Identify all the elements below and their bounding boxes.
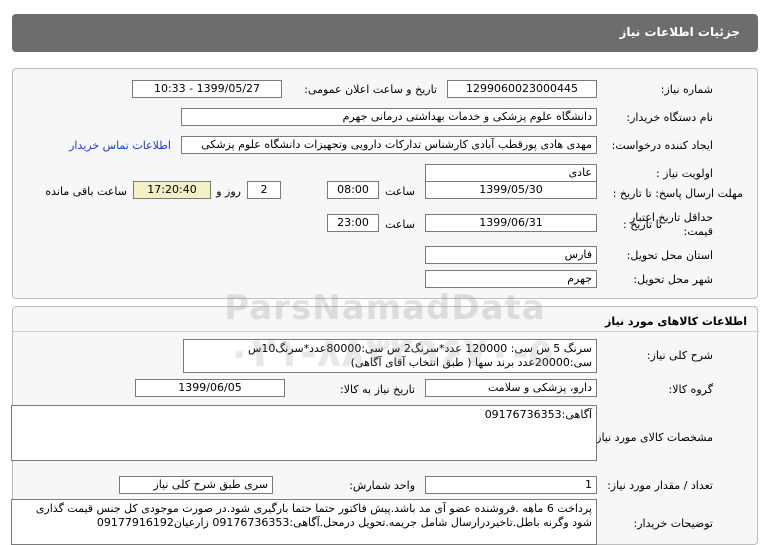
quantity-label: تعداد / مقدار مورد نیاز: [607, 479, 713, 492]
days-remaining-field: 2 [247, 181, 281, 199]
specs-field: آگاهی:09176736353 [11, 405, 597, 461]
city-label: شهر محل تحویل: [633, 273, 713, 286]
validity-date-field: 1399/06/31 [425, 214, 597, 232]
specs-label: مشخصات کالای مورد نیاز: [592, 431, 713, 444]
goods-section-title: اطلاعات کالاهای مورد نیاز [605, 315, 747, 328]
days-label: روز و [216, 185, 241, 198]
deadline-time-label: ساعت [385, 185, 415, 198]
priority-label: اولویت نیاز : [655, 167, 713, 180]
watermark-phone: ۰۲۱-۸۸۳۴۹۶۷۰-۵ [226, 330, 554, 376]
buyer-notes-field: پرداخت 6 ماهه .فروشنده عضو آی مد باشد.پی… [11, 499, 597, 545]
goods-group-label: گروه کالا: [668, 383, 713, 396]
priority-field: عادی [425, 164, 597, 182]
page-header: جزئیات اطلاعات نیاز [12, 14, 758, 52]
deadline-time-field: 08:00 [327, 181, 379, 199]
buyer-org-field: دانشگاه علوم پزشکی و خدمات بهداشتی درمان… [181, 108, 597, 126]
need-details-panel: شماره نیاز: 1299060023000445 تاریخ و ساع… [12, 68, 758, 299]
unit-label: واحد شمارش: [349, 479, 415, 492]
goods-group-field: دارو، پزشکی و سلامت [425, 379, 597, 397]
need-number-label: شماره نیاز: [660, 83, 713, 96]
validity-to-label: تا تاریخ : [623, 218, 662, 231]
need-date-field: 1399/06/05 [135, 379, 285, 397]
page-title: جزئیات اطلاعات نیاز [619, 25, 740, 39]
deadline-label: مهلت ارسال پاسخ: تا تاریخ : [612, 187, 743, 200]
time-remaining-label: ساعت باقی مانده [45, 185, 127, 198]
province-field: فارس [425, 246, 597, 264]
announce-datetime-field: 1399/05/27 - 10:33 [132, 80, 282, 98]
announce-datetime-label: تاریخ و ساعت اعلان عمومی: [304, 83, 437, 96]
creator-field: مهدی هادی پورقطب آبادی کارشناس تدارکات د… [181, 136, 597, 154]
creator-label: ایجاد کننده درخواست: [611, 139, 713, 152]
general-desc-label: شرح کلی نیاز: [646, 349, 713, 362]
deadline-date-field: 1399/05/30 [425, 181, 597, 199]
validity-label-line2: قیمت: [683, 225, 713, 238]
time-remaining-field: 17:20:40 [133, 181, 211, 199]
need-date-label: تاریخ نیاز به کالا: [340, 383, 415, 396]
quantity-field: 1 [425, 476, 597, 494]
need-number-field: 1299060023000445 [447, 80, 597, 98]
buyer-notes-label: توضیحات خریدار: [633, 517, 714, 530]
buyer-org-label: نام دستگاه خریدار: [626, 111, 713, 124]
province-label: استان محل تحویل: [626, 249, 713, 262]
validity-time-field: 23:00 [327, 214, 379, 232]
city-field: جهرم [425, 270, 597, 288]
unit-field: سری طبق شرح کلی نیاز [119, 476, 273, 494]
buyer-contact-link[interactable]: اطلاعات تماس خریدار [69, 139, 171, 152]
validity-time-label: ساعت [385, 218, 415, 231]
